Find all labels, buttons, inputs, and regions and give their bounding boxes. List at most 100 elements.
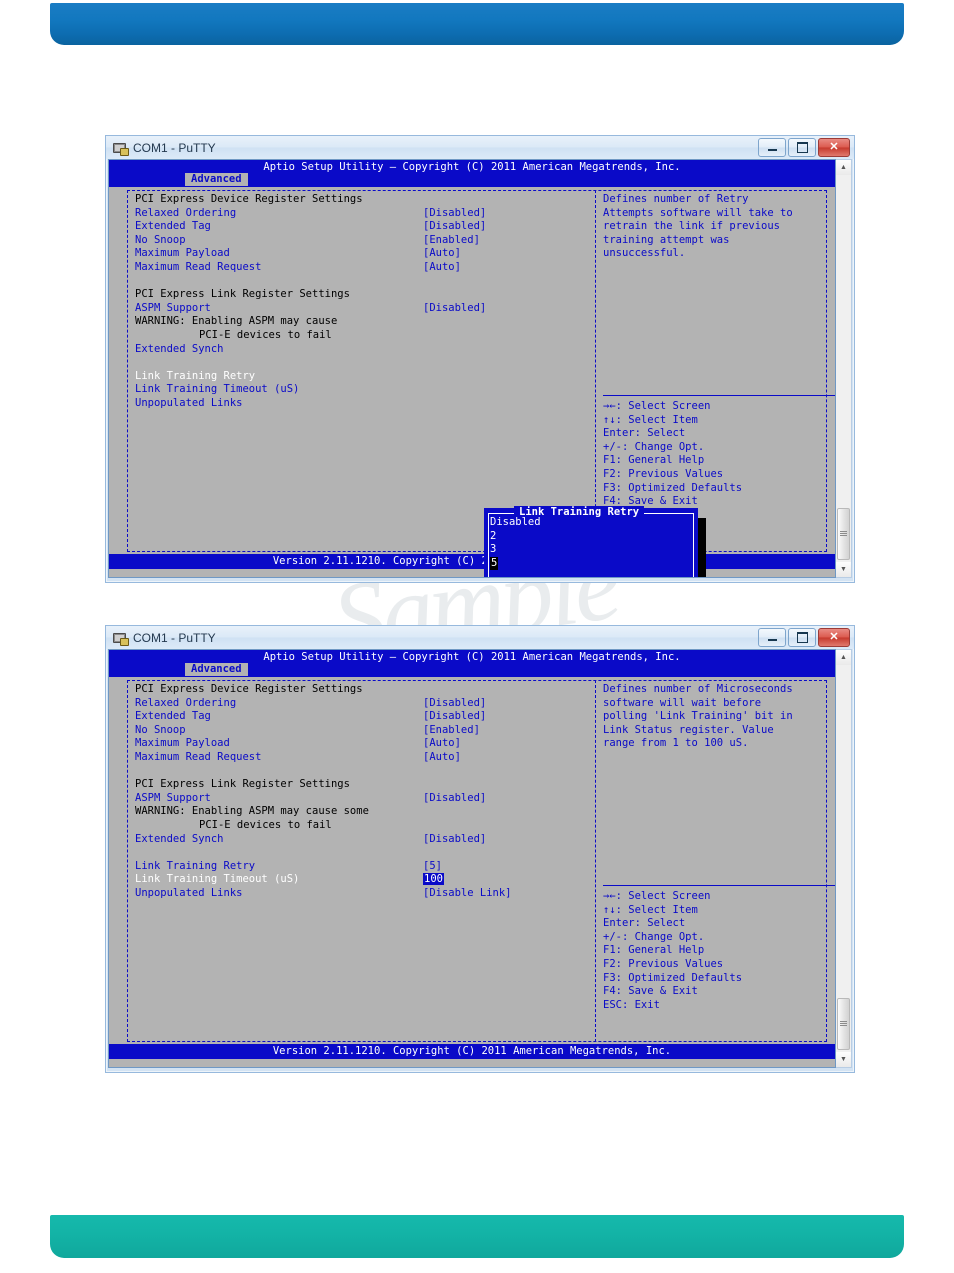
window-titlebar-1[interactable]: COM1 - PuTTY ✕ [106,136,854,159]
key-legend-item: F1: General Help [603,454,705,467]
setting-aspm-support-1[interactable]: ASPM Support [Disabled] [135,302,590,316]
scroll-up-arrow-icon-1[interactable]: ▲ [836,160,851,175]
maximize-button-2[interactable] [788,628,816,647]
warning-line-1a: WARNING: Enabling ASPM may cause [135,315,338,328]
help-line-1-3: training attempt was [603,233,730,246]
bios-body-1: PCI Express Device Register Settings Rel… [109,187,835,577]
bios-tab-advanced-1[interactable]: Advanced [185,173,248,186]
page-header-banner [50,3,904,45]
link-training-retry-popup[interactable]: Link Training Retry Disabled 2 3 5 [484,506,698,577]
scrollbar-track-2[interactable] [836,665,851,1052]
key-legend-item: +/-: Change Opt. [603,440,705,453]
spacer-row-1 [135,275,590,289]
key-legend-item: F3: Optimized Defaults [603,971,743,984]
setting-unpopulated-links-1[interactable]: Unpopulated Links [135,397,590,411]
bios-key-legend-1: →←: Select Screen ↑↓: Select Item Enter:… [603,400,835,522]
setting-aspm-support-2[interactable]: ASPM Support [Disabled] [135,792,590,806]
popup-option-disabled[interactable]: Disabled [490,516,541,530]
setting-maximum-read-request-2[interactable]: Maximum Read Request [Auto] [135,751,590,765]
scrollbar-thumb-2[interactable] [837,998,850,1050]
bios-terminal-1[interactable]: Aptio Setup Utility – Copyright (C) 2011… [108,159,836,578]
bios-header-title-1: Aptio Setup Utility – Copyright (C) 2011… [263,161,681,173]
scrollbar-track-1[interactable] [836,175,851,562]
setting-extended-synch-1[interactable]: Extended Synch [135,343,590,357]
scroll-down-arrow-icon-1[interactable]: ▼ [836,562,851,577]
setting-maximum-payload-2[interactable]: Maximum Payload [Auto] [135,737,590,751]
setting-relaxed-ordering-2[interactable]: Relaxed Ordering [Disabled] [135,697,590,711]
section-heading-link-1: PCI Express Link Register Settings [135,288,350,301]
setting-no-snoop-2[interactable]: No Snoop [Enabled] [135,724,590,738]
window-controls-2: ✕ [758,628,852,647]
bios-footer-2: Version 2.11.1210. Copyright (C) 2011 Am… [109,1044,835,1059]
close-button-2[interactable]: ✕ [818,628,850,647]
key-legend-item: →←: Select Screen [603,890,711,902]
setting-link-training-retry-2[interactable]: Link Training Retry [5] [135,860,590,874]
key-legend-item: ↑↓: Select Item [603,413,698,426]
help-line-2-4: range from 1 to 100 uS. [603,737,749,750]
window-controls-1: ✕ [758,138,852,157]
key-legend-item: ESC: Exit [603,998,660,1011]
setting-link-training-timeout-2[interactable]: Link Training Timeout (uS) 100 [135,873,590,887]
help-line-1-1: Attempts software will take to [603,206,793,219]
bios-key-legend-2: →←: Select Screen ↑↓: Select Item Enter:… [603,890,835,1012]
bios-body-2: PCI Express Device Register Settings Rel… [109,677,835,1044]
scroll-up-arrow-icon-2[interactable]: ▲ [836,650,851,665]
key-legend-item: +/-: Change Opt. [603,930,705,943]
help-line-1-4: unsuccessful. [603,247,686,260]
key-legend-item: F1: General Help [603,944,705,957]
setting-unpopulated-links-2[interactable]: Unpopulated Links [Disable Link] [135,887,590,901]
help-separator-1 [603,395,835,396]
bios-column-divider-1 [595,190,596,552]
warning-line-2a: WARNING: Enabling ASPM may cause some [135,805,369,818]
putty-window-2[interactable]: COM1 - PuTTY ✕ Aptio Setup Utility – Cop… [105,625,855,1073]
setting-extended-tag-1[interactable]: Extended Tag [Disabled] [135,220,590,234]
setting-no-snoop-1[interactable]: No Snoop [Enabled] [135,234,590,248]
help-separator-2 [603,885,835,886]
popup-option-list[interactable]: Disabled 2 3 5 [490,516,541,571]
spacer-row-2 [135,765,590,779]
bios-tab-advanced-2[interactable]: Advanced [185,663,248,676]
key-legend-item: F2: Previous Values [603,467,724,480]
putty-terminal-icon [112,140,129,156]
close-button-1[interactable]: ✕ [818,138,850,157]
key-legend-item: F4: Save & Exit [603,985,698,998]
terminal-scrollbar-1[interactable]: ▲ ▼ [836,159,852,578]
warning-line-1b: PCI-E devices to fail [199,328,332,341]
terminal-scrollbar-2[interactable]: ▲ ▼ [836,649,852,1068]
setting-maximum-payload-1[interactable]: Maximum Payload [Auto] [135,247,590,261]
key-legend-item: F2: Previous Values [603,957,724,970]
popup-option-3[interactable]: 3 [490,543,541,557]
setting-extended-tag-2[interactable]: Extended Tag [Disabled] [135,710,590,724]
link-training-timeout-input[interactable]: 100 [423,873,444,886]
help-line-2-0: Defines number of Microseconds [603,683,793,695]
putty-window-1[interactable]: COM1 - PuTTY ✕ Aptio Setup Utility – Cop… [105,135,855,583]
key-legend-item: Enter: Select [603,917,686,930]
key-legend-item: Enter: Select [603,427,686,440]
bios-help-column-2: Defines number of Microseconds software … [603,683,835,751]
bios-terminal-2[interactable]: Aptio Setup Utility – Copyright (C) 2011… [108,649,836,1068]
setting-link-training-retry-1[interactable]: Link Training Retry [135,370,590,384]
page-footer-banner [50,1215,904,1258]
help-line-2-2: polling 'Link Training' bit in [603,710,793,723]
setting-link-training-timeout-1[interactable]: Link Training Timeout (uS) [135,383,590,397]
help-line-2-1: software will wait before [603,696,762,709]
section-heading-device-1: PCI Express Device Register Settings [135,193,363,205]
bios-settings-column-1: PCI Express Device Register Settings Rel… [135,193,590,411]
popup-option-5[interactable]: 5 [490,556,541,571]
setting-extended-synch-2[interactable]: Extended Synch [Disabled] [135,833,590,847]
popup-option-2[interactable]: 2 [490,530,541,544]
scrollbar-thumb-1[interactable] [837,508,850,560]
maximize-button-1[interactable] [788,138,816,157]
spacer-row-1b [135,356,590,370]
bios-footer-1: Version 2.11.1210. Copyright (C) 2011 Am… [109,554,835,569]
putty-terminal-icon [112,630,129,646]
window-titlebar-2[interactable]: COM1 - PuTTY ✕ [106,626,854,649]
minimize-button-1[interactable] [758,138,786,157]
setting-relaxed-ordering-1[interactable]: Relaxed Ordering [Disabled] [135,207,590,221]
terminal-wrapper-1: Aptio Setup Utility – Copyright (C) 2011… [108,159,852,578]
bios-column-divider-2 [595,680,596,1042]
key-legend-item: →←: Select Screen [603,400,711,412]
minimize-button-2[interactable] [758,628,786,647]
setting-maximum-read-request-1[interactable]: Maximum Read Request [Auto] [135,261,590,275]
scroll-down-arrow-icon-2[interactable]: ▼ [836,1052,851,1067]
